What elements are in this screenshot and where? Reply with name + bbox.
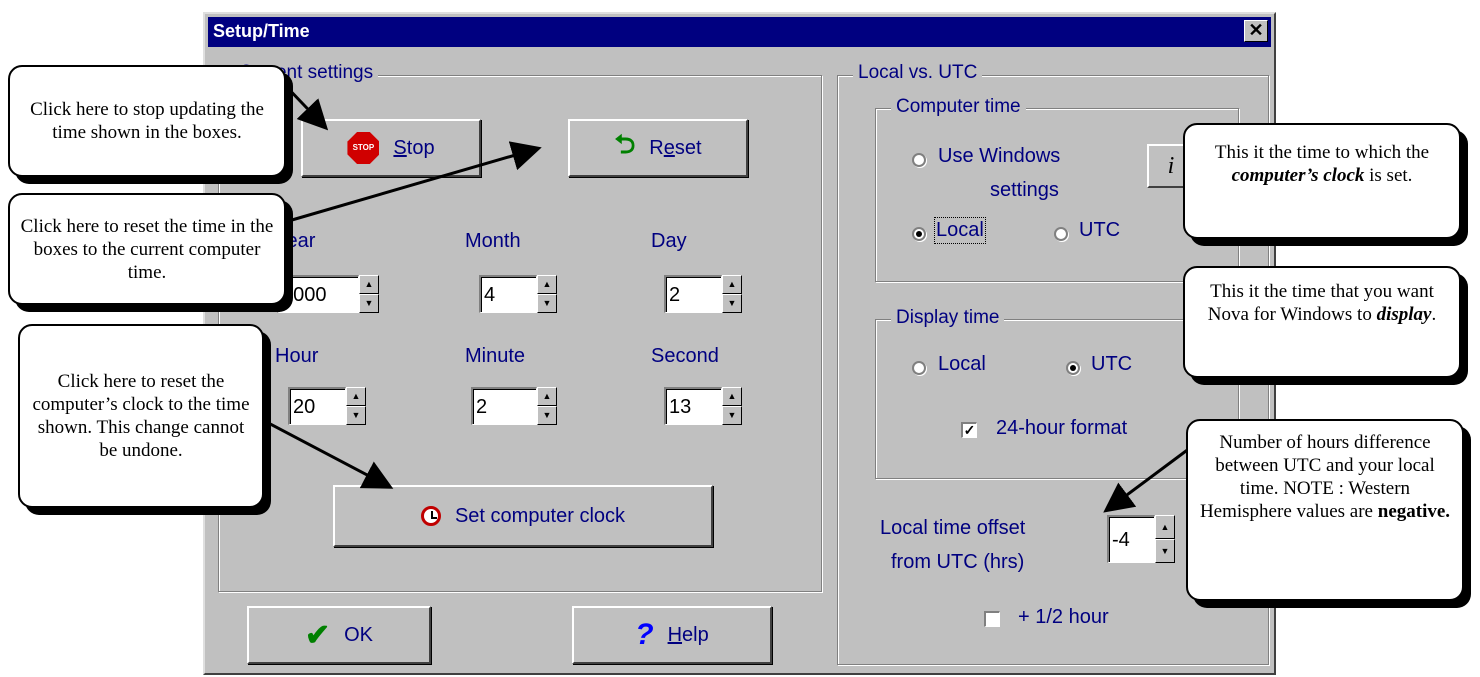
utc-offset-stepper[interactable]: -4 ▲ ▼: [1107, 515, 1175, 563]
stop-callout: Click here to stop updating the time sho…: [8, 65, 286, 177]
display-time-callout: This it the time that you want Nova for …: [1183, 266, 1461, 378]
half-hour-label: + 1/2 hour: [1018, 606, 1109, 628]
computer-time-local-label: Local: [934, 217, 986, 244]
day-label: Day: [651, 230, 687, 252]
set-computer-clock-label: Set computer clock: [454, 504, 626, 527]
reset-callout: Click here to reset the time in the boxe…: [8, 193, 286, 305]
set-clock-callout: Click here to reset the computer’s clock…: [18, 324, 264, 508]
use-windows-settings-label-line1: Use Windows: [938, 145, 1061, 167]
clock-icon: [420, 506, 441, 526]
computer-time-label: Computer time: [891, 96, 1026, 118]
offset-down-arrow-icon[interactable]: ▼: [1155, 539, 1175, 563]
help-button[interactable]: ? Help: [572, 606, 772, 664]
offset-up-arrow-icon[interactable]: ▲: [1155, 515, 1175, 539]
close-icon: ✕: [1248, 20, 1264, 40]
second-label: Second: [651, 345, 719, 367]
month-stepper[interactable]: 4 ▲ ▼: [479, 275, 557, 313]
second-stepper[interactable]: 13 ▲ ▼: [664, 387, 742, 425]
year-down-arrow-icon[interactable]: ▼: [359, 294, 379, 313]
display-time-local-label: Local: [938, 353, 986, 375]
month-label: Month: [465, 230, 521, 252]
stop-button[interactable]: STOP Stop: [301, 119, 481, 177]
year-up-arrow-icon[interactable]: ▲: [359, 275, 379, 294]
half-hour-checkbox[interactable]: [984, 611, 1000, 627]
local-vs-utc-label: Local vs. UTC: [853, 62, 983, 84]
minute-down-arrow-icon[interactable]: ▼: [537, 406, 557, 425]
hour-down-arrow-icon[interactable]: ▼: [346, 406, 366, 425]
set-computer-clock-button[interactable]: Set computer clock: [333, 485, 713, 547]
checkmark-icon: ✔: [304, 618, 331, 652]
title-bar[interactable]: Setup/Time ✕: [208, 17, 1271, 47]
info-icon: i: [1167, 152, 1175, 179]
24-hour-format-checkbox[interactable]: ✓: [961, 422, 977, 438]
display-time-utc-radio[interactable]: [1066, 361, 1080, 375]
help-button-label: Help: [667, 623, 709, 646]
second-up-arrow-icon[interactable]: ▲: [722, 387, 742, 406]
ok-button[interactable]: ✔ OK: [247, 606, 431, 664]
close-button[interactable]: ✕: [1244, 20, 1268, 42]
undo-arrow-icon: ⮌: [614, 129, 636, 159]
display-time-utc-label: UTC: [1091, 353, 1133, 375]
month-down-arrow-icon[interactable]: ▼: [537, 294, 557, 313]
computer-time-utc-radio[interactable]: [1054, 227, 1068, 241]
minute-stepper[interactable]: 2 ▲ ▼: [471, 387, 557, 425]
utc-offset-field[interactable]: -4: [1107, 515, 1155, 563]
day-down-arrow-icon[interactable]: ▼: [722, 294, 742, 313]
day-stepper[interactable]: 2 ▲ ▼: [664, 275, 742, 313]
display-time-label: Display time: [891, 307, 1005, 329]
computer-time-callout: This it the time to which the computer’s…: [1183, 123, 1461, 239]
hour-stepper[interactable]: 20 ▲ ▼: [288, 387, 366, 425]
offset-label-line1: Local time offset: [880, 517, 1026, 539]
hour-up-arrow-icon[interactable]: ▲: [346, 387, 366, 406]
hour-field[interactable]: 20: [288, 387, 346, 425]
display-time-local-radio[interactable]: [912, 361, 926, 375]
reset-button[interactable]: ⮌ Reset: [568, 119, 748, 177]
window-title: Setup/Time: [213, 21, 310, 41]
stop-sign-icon: STOP: [347, 132, 380, 164]
use-windows-settings-label-line2: settings: [990, 179, 1059, 201]
stop-button-label: Stop: [393, 136, 435, 159]
minute-field[interactable]: 2: [471, 387, 537, 425]
question-mark-icon: ?: [635, 618, 654, 651]
use-windows-settings-radio[interactable]: [912, 153, 926, 167]
minute-label: Minute: [465, 345, 526, 367]
setup-time-dialog: Setup/Time ✕ Current settings STOP Stop …: [203, 12, 1276, 675]
computer-time-local-radio[interactable]: [912, 227, 926, 241]
ok-button-label: OK: [344, 623, 374, 646]
second-field[interactable]: 13: [664, 387, 722, 425]
day-up-arrow-icon[interactable]: ▲: [722, 275, 742, 294]
computer-time-utc-label: UTC: [1079, 219, 1121, 241]
hour-label: Hour: [275, 345, 319, 367]
offset-callout: Number of hours difference between UTC a…: [1186, 419, 1464, 601]
year-stepper[interactable]: 2000 ▲ ▼: [277, 275, 379, 313]
month-field[interactable]: 4: [479, 275, 537, 313]
24-hour-format-label: 24-hour format: [996, 417, 1128, 439]
year-field[interactable]: 2000: [277, 275, 359, 313]
minute-up-arrow-icon[interactable]: ▲: [537, 387, 557, 406]
reset-button-label: Reset: [649, 136, 702, 159]
month-up-arrow-icon[interactable]: ▲: [537, 275, 557, 294]
day-field[interactable]: 2: [664, 275, 722, 313]
offset-label-line2: from UTC (hrs): [891, 551, 1025, 573]
second-down-arrow-icon[interactable]: ▼: [722, 406, 742, 425]
